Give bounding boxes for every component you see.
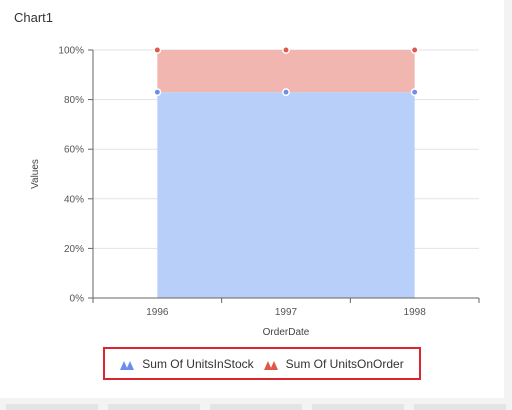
area-series-icon xyxy=(120,360,135,370)
data-point-series-2 xyxy=(282,46,290,54)
legend-item-units-in-stock[interactable]: Sum Of UnitsInStock xyxy=(120,356,254,371)
x-tick-label: 1996 xyxy=(146,307,169,318)
chart-plot: 0% 20% 40% 60% 80% 100% 1996 1997 1998 OrderDate V… xyxy=(30,46,480,338)
x-axis-title: OrderDate xyxy=(263,327,310,338)
y-tick-label: 60% xyxy=(64,145,84,156)
area-series-1 xyxy=(157,92,415,298)
y-tick-label: 100% xyxy=(58,46,84,57)
legend-label-units-in-stock: Sum Of UnitsInStock xyxy=(142,356,254,371)
data-point-series-1 xyxy=(153,88,162,97)
y-tick-label: 0% xyxy=(70,294,85,305)
tab-placeholder[interactable] xyxy=(312,404,404,410)
tab-placeholder[interactable] xyxy=(210,404,302,410)
bottom-tab-strip xyxy=(0,404,512,410)
chart-panel: Chart1 0% 20% 40% 60% 80% 100% 1996 1997 1998 Ord… xyxy=(0,0,504,398)
chart-legend: Sum Of UnitsInStock Sum Of UnitsOnOrder xyxy=(103,347,421,380)
legend-item-units-on-order[interactable]: Sum Of UnitsOnOrder xyxy=(263,356,404,371)
x-tick-label: 1997 xyxy=(275,307,298,318)
tab-placeholder[interactable] xyxy=(414,404,506,410)
area-series-2 xyxy=(157,50,415,93)
data-point-series-1 xyxy=(282,88,290,97)
y-tick-label: 20% xyxy=(64,244,84,255)
data-point-series-2 xyxy=(153,46,162,54)
area-series-icon xyxy=(263,360,278,370)
tab-placeholder[interactable] xyxy=(6,404,98,410)
data-point-series-1 xyxy=(410,88,419,97)
y-tick-label: 80% xyxy=(64,95,84,106)
tab-placeholder[interactable] xyxy=(108,404,200,410)
data-point-series-2 xyxy=(410,46,419,54)
legend-label-units-on-order: Sum Of UnitsOnOrder xyxy=(285,356,404,371)
y-tick-label: 40% xyxy=(64,194,84,205)
x-tick-label: 1998 xyxy=(404,307,427,318)
y-axis-title: Values xyxy=(30,159,41,189)
